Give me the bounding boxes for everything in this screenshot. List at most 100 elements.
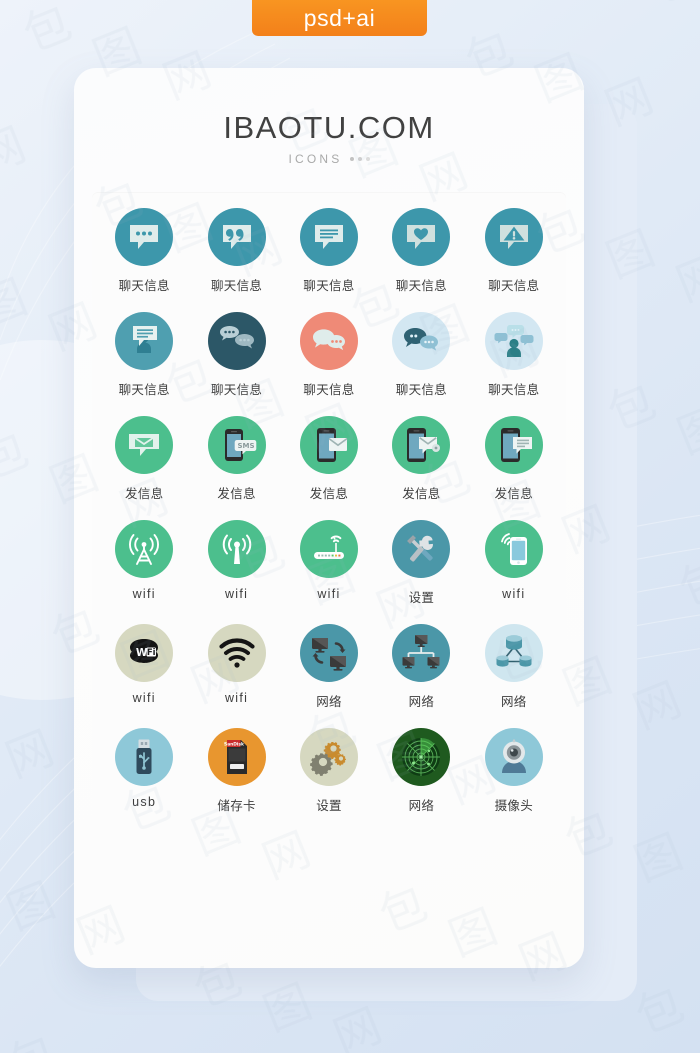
chat-bubble-warning-icon[interactable] bbox=[484, 208, 543, 266]
icon-label: 聊天信息 bbox=[488, 279, 540, 293]
icon-label: 网络 bbox=[500, 695, 527, 709]
icon-label: 聊天信息 bbox=[395, 279, 447, 293]
gears-icon[interactable] bbox=[299, 728, 358, 786]
icon-cell[interactable]: wifi bbox=[283, 520, 375, 606]
icon-label: 摄像头 bbox=[494, 799, 533, 813]
icon-label: 聊天信息 bbox=[118, 383, 170, 397]
phone-envelope-badge-icon[interactable] bbox=[392, 416, 451, 474]
icon-grid: 聊天信息 聊天信息 聊天信息 聊天信息 聊天信息 聊天信息 聊天信息 聊天信息 聊天信息 聊天信息… bbox=[98, 208, 560, 814]
radio-tower-icon[interactable] bbox=[115, 520, 174, 578]
chat-bubble-lines-icon[interactable] bbox=[299, 208, 358, 266]
icon-label: 设置 bbox=[316, 799, 342, 813]
icon-cell[interactable]: 聊天信息 bbox=[468, 312, 560, 398]
monitor-network-tree-icon[interactable] bbox=[392, 624, 451, 682]
icon-cell[interactable]: 聊天信息 bbox=[283, 312, 375, 398]
page-subtitle-label: ICONS bbox=[288, 152, 343, 166]
icon-cell[interactable]: usb bbox=[98, 728, 190, 814]
icon-label: 发信息 bbox=[402, 487, 441, 501]
icon-label: 网络 bbox=[408, 695, 435, 709]
usb-flash-drive-icon[interactable] bbox=[115, 728, 174, 786]
psd-ai-badge: psd+ai bbox=[252, 0, 427, 36]
icon-cell[interactable]: 聊天信息 bbox=[190, 208, 282, 294]
icon-cell[interactable]: 设置 bbox=[283, 728, 375, 814]
chat-bubble-heart-icon[interactable] bbox=[392, 208, 451, 266]
phone-envelope-icon[interactable] bbox=[299, 416, 358, 474]
database-cluster-icon[interactable] bbox=[484, 624, 543, 682]
svg-text:SanDisk: SanDisk bbox=[224, 741, 244, 747]
icon-cell[interactable]: 设置 bbox=[375, 520, 467, 606]
subtitle-dots-icon bbox=[349, 157, 370, 161]
icon-cell[interactable]: wifi bbox=[190, 624, 282, 710]
svg-text:SMS: SMS bbox=[237, 442, 254, 450]
radar-screen-icon[interactable] bbox=[392, 728, 451, 786]
icon-label: wifi bbox=[317, 587, 341, 601]
icon-cell[interactable]: 网络 bbox=[283, 624, 375, 710]
icon-label: 发信息 bbox=[217, 487, 256, 501]
icon-cell[interactable]: 发信息 bbox=[98, 416, 190, 502]
icon-cell[interactable]: 聊天信息 bbox=[375, 312, 467, 398]
icon-cell[interactable]: 聊天信息 bbox=[468, 208, 560, 294]
wifi-router-icon[interactable] bbox=[299, 520, 358, 578]
chat-bubbles-pair-icon[interactable] bbox=[392, 312, 451, 370]
icon-label: 聊天信息 bbox=[303, 279, 355, 293]
icon-cell[interactable]: 发信息 bbox=[283, 416, 375, 502]
icon-label: 网络 bbox=[316, 695, 342, 709]
icon-cell[interactable]: wifi bbox=[468, 520, 560, 606]
phone-message-lines-icon[interactable] bbox=[484, 416, 543, 474]
icon-cell[interactable]: SanDisk 储存卡 bbox=[190, 728, 282, 814]
icon-label: 发信息 bbox=[309, 487, 349, 501]
wifi-logo-icon[interactable]: Wi Fi bbox=[115, 624, 174, 682]
page-subtitle: ICONS bbox=[74, 152, 584, 166]
chat-bubble-dots-icon[interactable] bbox=[115, 208, 174, 266]
icon-cell[interactable]: wifi bbox=[190, 520, 282, 606]
icon-cell[interactable]: 网络 bbox=[375, 728, 467, 814]
envelope-bubble-icon[interactable] bbox=[115, 416, 174, 474]
icon-cell[interactable]: 发信息 bbox=[375, 416, 467, 502]
sd-card-icon[interactable]: SanDisk bbox=[207, 728, 266, 786]
icon-cell[interactable]: 聊天信息 bbox=[283, 208, 375, 294]
icon-cell[interactable]: 聊天信息 bbox=[98, 312, 190, 398]
icon-label: 聊天信息 bbox=[303, 383, 355, 397]
icon-label: wifi bbox=[132, 587, 156, 601]
wrench-screwdriver-icon[interactable] bbox=[392, 520, 451, 578]
icon-cell[interactable]: 发信息 bbox=[468, 416, 560, 502]
icon-cell[interactable]: 摄像头 bbox=[468, 728, 560, 814]
icon-cell[interactable]: 聊天信息 bbox=[98, 208, 190, 294]
icon-label: 储存卡 bbox=[217, 799, 256, 813]
icon-cell[interactable]: 网络 bbox=[468, 624, 560, 710]
icon-grid-panel: 聊天信息 聊天信息 聊天信息 聊天信息 聊天信息 聊天信息 聊天信息 聊天信息 聊天信息 聊天信息… bbox=[92, 192, 566, 834]
icon-cell[interactable]: 聊天信息 bbox=[190, 312, 282, 398]
chat-two-bubbles-dark-icon[interactable] bbox=[207, 312, 266, 370]
icon-label: 聊天信息 bbox=[488, 383, 540, 397]
icon-label: wifi bbox=[502, 587, 526, 601]
icon-cell[interactable]: Wi Fi wifi bbox=[98, 624, 190, 710]
icon-cell[interactable]: 网络 bbox=[375, 624, 467, 710]
phone-sms-icon[interactable]: SMS bbox=[207, 416, 266, 474]
icon-label: 网络 bbox=[408, 799, 435, 813]
icon-label: 发信息 bbox=[124, 487, 164, 501]
webcam-icon[interactable] bbox=[484, 728, 543, 786]
icon-label: 聊天信息 bbox=[395, 383, 447, 397]
antenna-signal-icon[interactable] bbox=[207, 520, 266, 578]
chat-bubble-quote-icon[interactable] bbox=[207, 208, 266, 266]
psd-ai-badge-label: psd+ai bbox=[303, 4, 376, 31]
chat-bubble-person-icon[interactable] bbox=[115, 312, 174, 370]
wifi-waves-icon[interactable] bbox=[207, 624, 266, 682]
two-monitors-sync-icon[interactable] bbox=[299, 624, 358, 682]
icon-label: 发信息 bbox=[494, 487, 533, 501]
icon-cell[interactable]: 聊天信息 bbox=[375, 208, 467, 294]
phone-wifi-icon[interactable] bbox=[484, 520, 543, 578]
card-header: IBAOTU.COM ICONS bbox=[74, 68, 584, 166]
icon-label: usb bbox=[132, 795, 157, 809]
icon-cell[interactable]: SMS 发信息 bbox=[190, 416, 282, 502]
icon-label: wifi bbox=[224, 691, 249, 705]
icon-label: 设置 bbox=[408, 591, 435, 605]
icon-set-card: IBAOTU.COM ICONS 聊天信息 聊天信息 聊天信息 聊天信息 聊天信息 聊天信… bbox=[74, 68, 584, 968]
icon-cell[interactable]: wifi bbox=[98, 520, 190, 606]
svg-text:Fi: Fi bbox=[147, 648, 156, 658]
chat-person-three-bubbles-icon[interactable] bbox=[484, 312, 543, 370]
page-title: IBAOTU.COM bbox=[223, 110, 435, 145]
chat-two-bubbles-coral-icon[interactable] bbox=[299, 312, 358, 370]
icon-label: wifi bbox=[224, 587, 249, 601]
icon-label: 聊天信息 bbox=[118, 279, 170, 293]
